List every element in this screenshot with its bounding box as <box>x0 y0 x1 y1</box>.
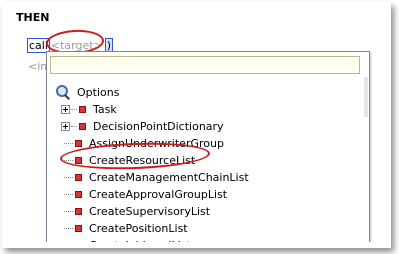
tree-item-label: CreateSupervisoryList <box>89 205 211 218</box>
tree-item-createresourcelist[interactable]: CreateResourceList <box>55 152 369 169</box>
tree-connector <box>64 176 73 179</box>
tree-connector <box>71 125 77 128</box>
tree-item-label: Task <box>93 103 117 116</box>
tree-connector <box>71 108 77 111</box>
tree-connector <box>64 142 73 145</box>
search-icon <box>55 84 71 100</box>
tree-item-label: CreateManagementChainList <box>89 171 249 184</box>
tree-item-assignunderwritergroup[interactable]: AssignUnderwriterGroup <box>55 135 369 152</box>
function-icon <box>75 157 82 164</box>
tree-connector <box>64 193 73 196</box>
target-placeholder[interactable]: <target> <box>49 39 105 52</box>
tree-item-label: AssignUnderwriterGroup <box>89 137 224 150</box>
options-header[interactable]: Options <box>55 83 369 101</box>
call-statement[interactable]: call <target> ) <box>27 37 114 53</box>
tree-item-createmanagementchainlist[interactable]: CreateManagementChainList <box>55 169 369 186</box>
tree-item-decisionpointdictionary[interactable]: DecisionPointDictionary <box>55 118 369 135</box>
tree-item-label: CreateApprovalGroupList <box>89 188 228 201</box>
tree-item-label: DecisionPointDictionary <box>93 120 224 133</box>
function-icon <box>75 174 82 181</box>
torn-edge <box>2 242 391 248</box>
tree-item-label: CreatePositionList <box>89 222 188 235</box>
tree-item-createsupervisorylist[interactable]: CreateSupervisoryList <box>55 203 369 220</box>
tree-item-task[interactable]: Task <box>55 101 369 118</box>
filter-input[interactable] <box>50 56 360 74</box>
tree-item-label: CreateResourceList <box>89 154 196 167</box>
options-dropdown[interactable]: Options Task DecisionPointDictionary Ass… <box>46 51 370 248</box>
function-icon <box>79 106 86 113</box>
function-icon <box>75 208 82 215</box>
function-icon <box>79 123 86 130</box>
options-label: Options <box>77 85 120 99</box>
tree-item-createpositionlist[interactable]: CreatePositionList <box>55 220 369 237</box>
tree-connector <box>64 159 73 162</box>
options-tree: Options Task DecisionPointDictionary Ass… <box>55 83 369 248</box>
call-keyword[interactable]: call <box>27 37 50 53</box>
function-icon <box>75 140 82 147</box>
section-title: THEN <box>16 11 50 24</box>
closing-paren[interactable]: ) <box>104 37 114 53</box>
tree-connector <box>64 210 73 213</box>
expand-icon[interactable] <box>61 105 70 114</box>
tree-item-createapprovalgrouplist[interactable]: CreateApprovalGroupList <box>55 186 369 203</box>
function-icon <box>75 191 82 198</box>
expand-icon[interactable] <box>61 122 70 131</box>
editor-panel: THEN call <target> ) <ins Options Task D… <box>2 2 391 248</box>
tree-connector <box>64 227 73 230</box>
function-icon <box>75 225 82 232</box>
